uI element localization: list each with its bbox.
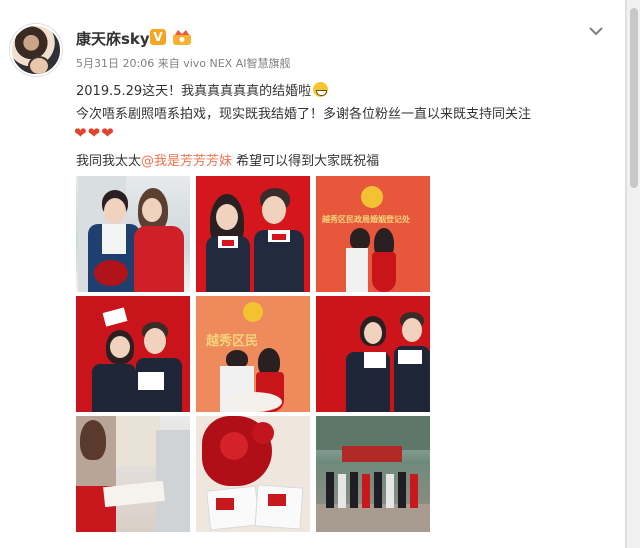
- photo-9[interactable]: [316, 416, 430, 532]
- avatar-child-face: [28, 56, 50, 74]
- photo-grid: 越秀区民政局婚姻登记处 越秀区民: [76, 176, 430, 532]
- post-text-line-1-content: 2019.5.29这天！我真真真真真的结婚啦: [76, 84, 312, 99]
- photo-7[interactable]: [76, 416, 190, 532]
- source-prefix: 来自: [157, 57, 180, 70]
- weibo-post-card: 康天庥sky V 5月31日 20:06 来自 vivo NEX AI智慧旗舰 …: [0, 0, 626, 548]
- photo-1[interactable]: [76, 176, 190, 292]
- photo-2[interactable]: [196, 176, 310, 292]
- photo-8[interactable]: [196, 416, 310, 532]
- verified-badge-icon: V: [150, 29, 166, 45]
- post-meta: 5月31日 20:06 来自 vivo NEX AI智慧旗舰: [76, 55, 291, 71]
- hearts-emoji-icon: ❤❤❤: [74, 124, 115, 142]
- avatar[interactable]: [10, 24, 62, 76]
- post-date[interactable]: 5月31日 20:06: [76, 57, 154, 70]
- post-text-line-2: 今次唔系剧照唔系拍戏，现实既我结婚了！多谢各位粉丝一直以来既支持同关注: [76, 107, 532, 122]
- mention-link[interactable]: @我是芳芳芳妹: [141, 154, 232, 169]
- post-text-line-3-prefix: 我同我太太: [76, 154, 142, 169]
- registry-banner: 越秀区民政局婚姻登记处: [322, 215, 410, 224]
- photo-4[interactable]: [76, 296, 190, 412]
- username[interactable]: 康天庥sky: [76, 28, 150, 49]
- post-source[interactable]: vivo NEX AI智慧旗舰: [183, 57, 290, 70]
- post-text-line-1: 2019.5.29这天！我真真真真真的结婚啦: [76, 80, 329, 99]
- post-text-line-3-suffix: 希望可以得到大家既祝福: [232, 154, 380, 169]
- scrollbar-thumb[interactable]: [630, 8, 638, 188]
- photo-5[interactable]: 越秀区民: [196, 296, 310, 412]
- grin-emoji-icon: [313, 82, 329, 97]
- registry-banner-short: 越秀区民: [206, 334, 259, 349]
- photo-3[interactable]: 越秀区民政局婚姻登记处: [316, 176, 430, 292]
- post-text-line-3: 我同我太太@我是芳芳芳妹 希望可以得到大家既祝福: [76, 150, 379, 169]
- member-crown-icon[interactable]: [172, 28, 192, 46]
- chevron-down-icon[interactable]: [586, 24, 606, 38]
- vertical-scrollbar[interactable]: [626, 0, 640, 548]
- photo-6[interactable]: [316, 296, 430, 412]
